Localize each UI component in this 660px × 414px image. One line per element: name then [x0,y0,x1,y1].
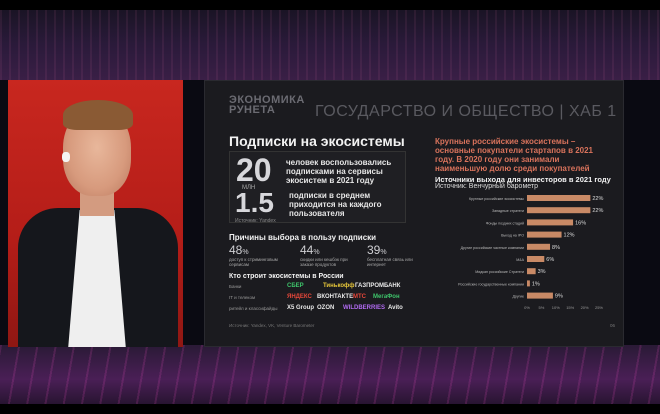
vk-logo: ВКОНТАКТЕ [317,294,354,300]
bar [527,280,530,287]
bar [527,231,562,238]
reason-percent: 48% [229,243,249,257]
bar [527,195,591,201]
category-label: Выход на IPO [501,234,524,238]
eco-row-label: Банки [229,284,242,289]
category-label: Крупные российские экосистемы [469,197,524,201]
value-label: 3% [538,269,546,275]
bar [527,207,591,214]
x-tick-label: 5% [539,305,545,310]
mts-logo: МТС [353,294,366,300]
reason-label: скидки или кешбэк при заказе продуктов [300,257,348,267]
sber-logo: СБЕР [287,283,304,289]
value-label: 22% [592,208,603,214]
brand-logo: ЭКОНОМИКА РУНЕТА [229,95,305,116]
chart-subtitle: Источник: Венчурный барометр [435,183,539,190]
value-label: 12% [564,233,575,239]
value-label: 1% [532,281,540,287]
letterbox-bottom [0,404,660,414]
stat2-value: 1.5 [235,187,274,218]
slide-header-title: ГОСУДАРСТВО И ОБЩЕСТВО | ХАБ 1 [315,103,617,120]
stat1-description: человек воспользовались подписками на се… [286,158,392,185]
ozon-logo: OZON [317,305,335,311]
yandex-logo: ЯНДЕКС [287,294,312,300]
x-tick-label: 20% [581,305,589,310]
value-label: 16% [575,220,586,226]
category-label: Российские государственные компании [458,282,524,286]
exit-sources-chart: Крупные российские экосистемы 22% Западные… [458,195,603,310]
avito-logo: Avito [388,305,403,311]
stat1-value: 20 [236,152,272,188]
x-tick-label: 10% [552,305,560,310]
reason-percent: 44% [300,243,320,257]
bar [527,243,551,250]
subscriptions-heading: Подписки на экосистемы [229,133,405,149]
category-label: Западные стратеги [492,209,524,213]
orange-note: Крупные российские экосистемы – основные… [435,137,594,173]
value-label: 8% [552,245,560,251]
reason-label: бесплатная связь или интернет [367,257,413,267]
page-number: 06 [610,323,616,328]
value-label: 6% [546,257,554,263]
bar [527,268,536,275]
category-label: M&A [516,258,524,262]
earbud [62,152,70,162]
megafon-logo: МегаФон [373,294,400,300]
speaker-webcam [8,80,183,347]
reason-label: доступ к стриминговым сервисам [229,257,278,267]
tinkoff-logo: Тинькофф [323,283,355,289]
brand-line-2: РУНЕТА [229,104,276,116]
wildberries-logo: WILDBERRIES [343,305,385,311]
reason-item: 44% скидки или кешбэк при заказе продукт… [300,243,350,267]
stage-background-top [0,0,660,80]
value-label: 9% [555,294,563,300]
ecosystems-heading: Кто строит экосистемы в России [229,273,344,280]
letterbox-top [0,0,660,10]
category-label: Фонды поздних стадий [486,221,524,225]
eco-row-label: ритейл и классифайды [229,306,278,311]
x5-logo: X5 Group [287,305,315,311]
gazprombank-logo: ГАЗПРОМБАНК [355,283,401,289]
reasons-heading: Причины выбора в пользу подписки [229,233,377,242]
category-label: Другие [512,295,524,299]
bar [527,219,574,226]
reason-percent: 39% [367,243,387,257]
eco-row-label: IT и телеком [229,295,256,300]
x-tick-label: 15% [566,305,574,310]
bar [527,292,553,299]
stat2-description: подписки в среднем приходится на каждого… [289,191,382,218]
footer-source: Источник: Yandex, VK, Venture Barometer [229,323,315,328]
x-tick-label: 0% [524,305,530,310]
video-frame: ЭКОНОМИКА РУНЕТА ГОСУДАРСТВО И ОБЩЕСТВО … [0,0,660,414]
bar [527,256,545,262]
presentation-slide: ЭКОНОМИКА РУНЕТА ГОСУДАРСТВО И ОБЩЕСТВО … [204,80,624,347]
reason-item: 48% доступ к стриминговым сервисам [229,243,279,267]
stat-source: Источник: Yandex [235,218,276,224]
speaker-hair [63,100,133,130]
value-label: 22% [592,196,603,202]
x-tick-label: 25% [595,305,603,310]
category-label: Другие российские частные компании [461,246,524,250]
reason-item: 39% бесплатная связь или интернет [367,243,417,267]
category-label: Мидкап российские Стратеги [475,270,524,274]
